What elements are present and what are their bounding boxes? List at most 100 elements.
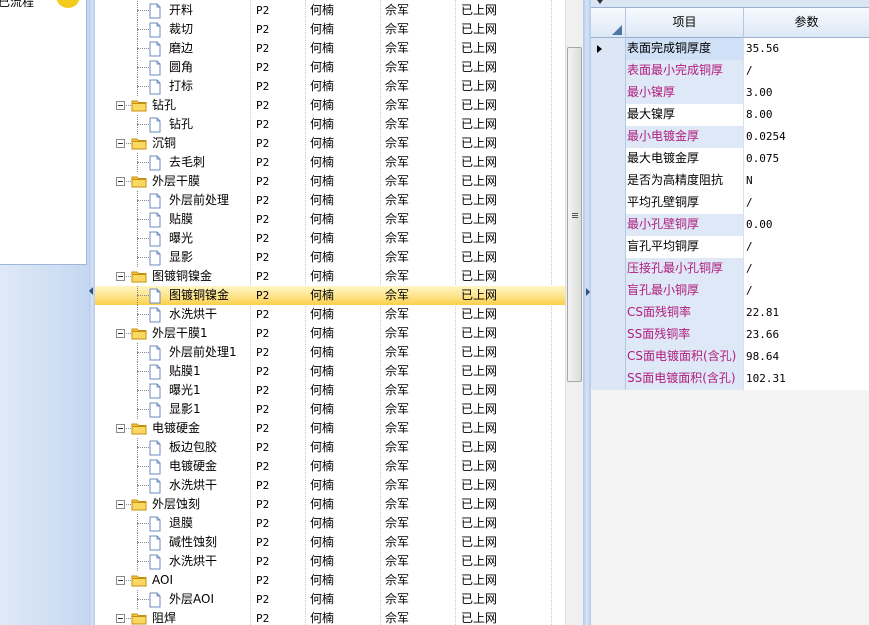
grid-value-cell[interactable]: /	[744, 236, 869, 258]
grid-item-cell[interactable]: CS面电镀面积(含孔)	[626, 346, 744, 368]
grid-row[interactable]: 是否为高精度阻抗 N	[591, 170, 869, 192]
dropdown-arrow-icon[interactable]	[597, 0, 603, 4]
collapse-toggle-icon[interactable]	[116, 177, 125, 186]
tree-node-row[interactable]: 外层AOI P2 何楠 佘军 已上网	[95, 590, 565, 609]
grid-row[interactable]: 压接孔最小孔铜厚 /	[591, 258, 869, 280]
grid-value-cell[interactable]: /	[744, 258, 869, 280]
tree-node-row[interactable]: 板边包胶 P2 何楠 佘军 已上网	[95, 438, 565, 457]
grid-value-cell[interactable]: 0.00	[744, 214, 869, 236]
tree-node-row[interactable]: 曝光 P2 何楠 佘军 已上网	[95, 229, 565, 248]
select-all-corner[interactable]	[591, 8, 626, 38]
row-header[interactable]	[591, 170, 626, 192]
row-header[interactable]	[591, 82, 626, 104]
grid-item-cell[interactable]: 最小孔壁铜厚	[626, 214, 744, 236]
grid-row[interactable]: 最小镍厚 3.00	[591, 82, 869, 104]
tree-node-row[interactable]: 水洗烘干 P2 何楠 佘军 已上网	[95, 305, 565, 324]
expand-arrow-icon[interactable]	[586, 288, 590, 296]
collapse-arrow-icon[interactable]	[89, 287, 93, 295]
row-header[interactable]	[591, 368, 626, 390]
grid-row[interactable]: 盲孔平均铜厚 /	[591, 236, 869, 258]
grid-row[interactable]: 表面最小完成铜厚 /	[591, 60, 869, 82]
grid-value-cell[interactable]: /	[744, 192, 869, 214]
tree-folder-row[interactable]: 电镀硬金 P2 何楠 佘军 已上网	[95, 419, 565, 438]
row-header[interactable]	[591, 324, 626, 346]
grid-item-cell[interactable]: 是否为高精度阻抗	[626, 170, 744, 192]
row-header[interactable]	[591, 346, 626, 368]
collapse-toggle-icon[interactable]	[116, 424, 125, 433]
grid-value-cell[interactable]: 22.81	[744, 302, 869, 324]
grid-row[interactable]: 最大电镀金厚 0.075	[591, 148, 869, 170]
tree-node-row[interactable]: 磨边 P2 何楠 佘军 已上网	[95, 39, 565, 58]
tree-node-row[interactable]: 图镀铜镍金 P2 何楠 佘军 已上网	[95, 286, 565, 305]
row-header[interactable]	[591, 60, 626, 82]
grid-row[interactable]: 最大镍厚 8.00	[591, 104, 869, 126]
grid-item-cell[interactable]: 表面最小完成铜厚	[626, 60, 744, 82]
row-header[interactable]	[591, 214, 626, 236]
grid-value-cell[interactable]: N	[744, 170, 869, 192]
grid-item-cell[interactable]: 盲孔最小铜厚	[626, 280, 744, 302]
tree-folder-row[interactable]: 沉铜 P2 何楠 佘军 已上网	[95, 134, 565, 153]
header-item[interactable]: 项目	[626, 8, 744, 38]
collapse-toggle-icon[interactable]	[116, 614, 125, 623]
grid-item-cell[interactable]: 表面完成铜厚度	[626, 38, 744, 60]
grid-item-cell[interactable]: 平均孔壁铜厚	[626, 192, 744, 214]
grid-value-cell[interactable]: 102.31	[744, 368, 869, 390]
grid-row[interactable]: SS面残铜率 23.66	[591, 324, 869, 346]
grid-item-cell[interactable]: 最小镍厚	[626, 82, 744, 104]
row-header[interactable]	[591, 104, 626, 126]
grid-value-cell[interactable]: /	[744, 60, 869, 82]
tree-node-row[interactable]: 曝光1 P2 何楠 佘军 已上网	[95, 381, 565, 400]
row-header[interactable]	[591, 126, 626, 148]
collapse-toggle-icon[interactable]	[116, 272, 125, 281]
row-header[interactable]	[591, 148, 626, 170]
tree-node-row[interactable]: 贴膜1 P2 何楠 佘军 已上网	[95, 362, 565, 381]
tree-node-row[interactable]: 外层前处理1 P2 何楠 佘军 已上网	[95, 343, 565, 362]
grid-row[interactable]: CS面残铜率 22.81	[591, 302, 869, 324]
collapse-toggle-icon[interactable]	[116, 576, 125, 585]
grid-row[interactable]: 最小电镀金厚 0.0254	[591, 126, 869, 148]
grid-value-cell[interactable]: 35.56	[744, 38, 869, 60]
tree-node-row[interactable]: 圆角 P2 何楠 佘军 已上网	[95, 58, 565, 77]
tree-folder-row[interactable]: 图镀铜镍金 P2 何楠 佘军 已上网	[95, 267, 565, 286]
collapse-toggle-icon[interactable]	[116, 101, 125, 110]
row-header[interactable]	[591, 258, 626, 280]
tree-node-row[interactable]: 打标 P2 何楠 佘军 已上网	[95, 77, 565, 96]
grid-item-cell[interactable]: 压接孔最小孔铜厚	[626, 258, 744, 280]
grid-row[interactable]: SS面电镀面积(含孔) 102.31	[591, 368, 869, 390]
row-header[interactable]	[591, 236, 626, 258]
grid-value-cell[interactable]: 0.0254	[744, 126, 869, 148]
tree-folder-row[interactable]: 外层蚀刻 P2 何楠 佘军 已上网	[95, 495, 565, 514]
grid-item-cell[interactable]: SS面残铜率	[626, 324, 744, 346]
tree-node-row[interactable]: 外层前处理 P2 何楠 佘军 已上网	[95, 191, 565, 210]
tree-folder-row[interactable]: 阻焊 P2 何楠 佘军 已上网	[95, 609, 565, 625]
grid-item-cell[interactable]: 最小电镀金厚	[626, 126, 744, 148]
row-header[interactable]	[591, 192, 626, 214]
grid-value-cell[interactable]: 8.00	[744, 104, 869, 126]
row-header[interactable]	[591, 302, 626, 324]
tree-node-row[interactable]: 显影1 P2 何楠 佘军 已上网	[95, 400, 565, 419]
grid-row[interactable]: 平均孔壁铜厚 /	[591, 192, 869, 214]
tree-node-row[interactable]: 贴膜 P2 何楠 佘军 已上网	[95, 210, 565, 229]
grid-item-cell[interactable]: 最大镍厚	[626, 104, 744, 126]
tree-folder-row[interactable]: 钻孔 P2 何楠 佘军 已上网	[95, 96, 565, 115]
tree-node-row[interactable]: 裁切 P2 何楠 佘军 已上网	[95, 20, 565, 39]
right-splitter[interactable]	[583, 0, 591, 625]
tree-folder-row[interactable]: AOI P2 何楠 佘军 已上网	[95, 571, 565, 590]
row-header[interactable]	[591, 38, 626, 60]
grid-row[interactable]: 最小孔壁铜厚 0.00	[591, 214, 869, 236]
tree-folder-row[interactable]: 外层干膜1 P2 何楠 佘军 已上网	[95, 324, 565, 343]
tree-vertical-scrollbar[interactable]	[565, 0, 583, 625]
header-param[interactable]: 参数	[744, 8, 869, 38]
collapse-toggle-icon[interactable]	[116, 500, 125, 509]
tree-node-row[interactable]: 钻孔 P2 何楠 佘军 已上网	[95, 115, 565, 134]
tree-node-row[interactable]: 开料 P2 何楠 佘军 已上网	[95, 1, 565, 20]
tree-folder-row[interactable]: 外层干膜 P2 何楠 佘军 已上网	[95, 172, 565, 191]
tree-node-row[interactable]: 水洗烘干 P2 何楠 佘军 已上网	[95, 552, 565, 571]
grid-item-cell[interactable]: 最大电镀金厚	[626, 148, 744, 170]
grid-value-cell[interactable]: 23.66	[744, 324, 869, 346]
grid-row[interactable]: 表面完成铜厚度 35.56	[591, 38, 869, 60]
collapse-toggle-icon[interactable]	[116, 139, 125, 148]
row-header[interactable]	[591, 280, 626, 302]
tree-node-row[interactable]: 退膜 P2 何楠 佘军 已上网	[95, 514, 565, 533]
scrollbar-thumb[interactable]	[567, 47, 582, 382]
